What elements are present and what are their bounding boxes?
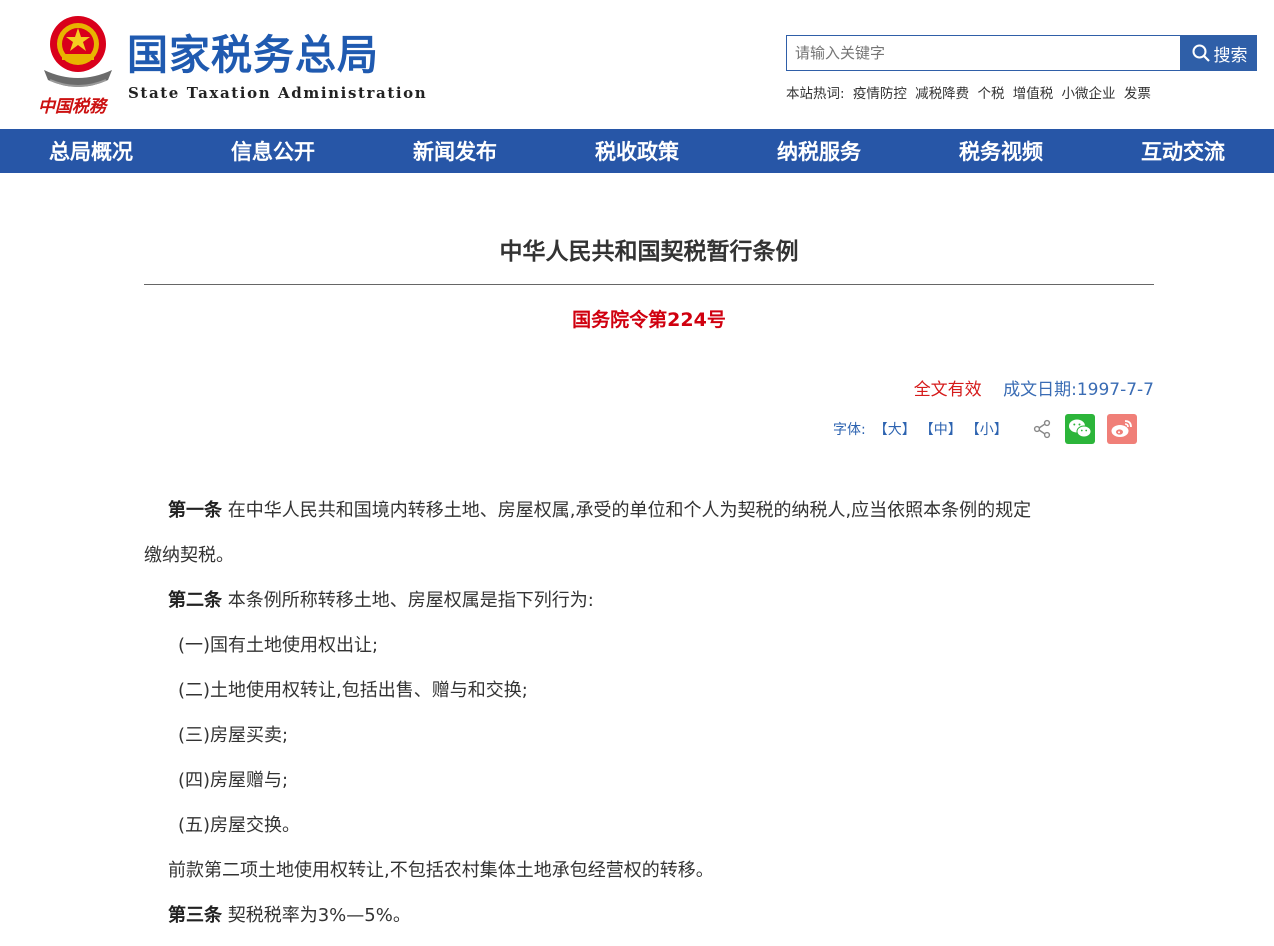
article-paragraph: 前款第二项土地使用权转让,不包括农村集体土地承包经营权的转移。	[168, 860, 714, 881]
list-item: (一)国有土地使用权出让;	[178, 635, 379, 656]
search-button-label: 搜索	[1213, 45, 1248, 66]
article-paragraph: 缴纳契税。	[144, 545, 234, 566]
search-icon	[1192, 44, 1210, 62]
article-tools: 字体: 【大】 【中】 【小】	[833, 412, 1149, 446]
article-paragraph: 第三条 契税税率为3%—5%。	[144, 893, 1156, 938]
article-date: 成文日期:1997-7-7	[1003, 380, 1154, 400]
font-size-label: 字体:	[833, 422, 866, 438]
search-button[interactable]: 搜索	[1181, 35, 1257, 71]
site-header: 中国税務 国家税务总局 State Taxation Administratio…	[0, 0, 1274, 129]
hot-word-link[interactable]: 增值税	[1013, 86, 1054, 102]
nav-item-tax-service[interactable]: 纳税服务	[728, 129, 910, 173]
validity-status: 全文有效	[913, 380, 982, 400]
article-meta: 全文有效 成文日期:1997-7-7	[914, 375, 1154, 400]
national-emblem-logo[interactable]: 中国税務	[34, 10, 122, 118]
wechat-icon	[1068, 419, 1092, 438]
hot-word-link[interactable]: 疫情防控	[853, 86, 907, 102]
site-logo-subtitle: State Taxation Administration	[128, 84, 428, 102]
main-nav: 总局概况 信息公开 新闻发布 税收政策 纳税服务 税务视频 互动交流	[0, 129, 1274, 173]
list-item: (二)土地使用权转让,包括出售、赠与和交换;	[178, 680, 528, 701]
hot-word-link[interactable]: 个税	[977, 86, 1004, 102]
list-item: (五)房屋交换。	[178, 815, 301, 836]
hot-word-link[interactable]: 发票	[1124, 86, 1151, 102]
share-icon[interactable]	[1032, 419, 1052, 439]
hot-word-link[interactable]: 减税降费	[915, 86, 969, 102]
hot-words-label: 本站热词:	[786, 86, 845, 102]
title-divider	[144, 284, 1154, 285]
list-item: (三)房屋买卖;	[178, 725, 289, 746]
article-paragraph: 第二条 本条例所称转移土地、房屋权属是指下列行为:	[144, 578, 1156, 623]
article-text: 本条例所称转移土地、房屋权属是指下列行为:	[222, 590, 594, 611]
search-input[interactable]	[786, 35, 1181, 71]
nav-item-news[interactable]: 新闻发布	[364, 129, 546, 173]
article-heading: 第一条	[168, 500, 222, 521]
list-item: (四)房屋赠与;	[178, 770, 289, 791]
nav-item-overview[interactable]: 总局概况	[0, 129, 182, 173]
article-paragraph: 第一条 在中华人民共和国境内转移土地、房屋权属,承受的单位和个人为契税的纳税人,…	[144, 488, 1156, 533]
article-title: 中华人民共和国契税暂行条例	[499, 239, 799, 265]
weibo-icon	[1111, 420, 1132, 437]
nav-item-tax-video[interactable]: 税务视频	[910, 129, 1092, 173]
hot-word-link[interactable]: 小微企业	[1062, 86, 1116, 102]
weibo-share-button[interactable]	[1106, 414, 1137, 444]
nav-item-info-disclosure[interactable]: 信息公开	[182, 129, 364, 173]
article-text: 契税税率为3%—5%。	[222, 905, 411, 926]
nav-item-interaction[interactable]: 互动交流	[1092, 129, 1274, 173]
article-heading: 第二条	[168, 590, 222, 611]
article-heading: 第三条	[168, 905, 222, 926]
article-body: 第一条 在中华人民共和国境内转移土地、房屋权属,承受的单位和个人为契税的纳税人,…	[144, 488, 1156, 938]
wechat-share-button[interactable]	[1064, 414, 1095, 444]
nav-item-tax-policy[interactable]: 税收政策	[546, 129, 728, 173]
font-size-small-button[interactable]: 【小】	[966, 419, 1008, 439]
font-size-medium-button[interactable]: 【中】	[920, 419, 962, 439]
svg-text:中国税務: 中国税務	[38, 97, 109, 117]
site-logo-title[interactable]: 国家税务总局	[127, 30, 379, 80]
article-order-number: 国务院令第224号	[572, 309, 726, 331]
hot-words: 本站热词: 疫情防控 减税降费 个税 增值税 小微企业 发票	[786, 82, 1155, 102]
font-size-large-button[interactable]: 【大】	[874, 419, 916, 439]
article-text: 在中华人民共和国境内转移土地、房屋权属,承受的单位和个人为契税的纳税人,应当依照…	[222, 500, 1032, 521]
